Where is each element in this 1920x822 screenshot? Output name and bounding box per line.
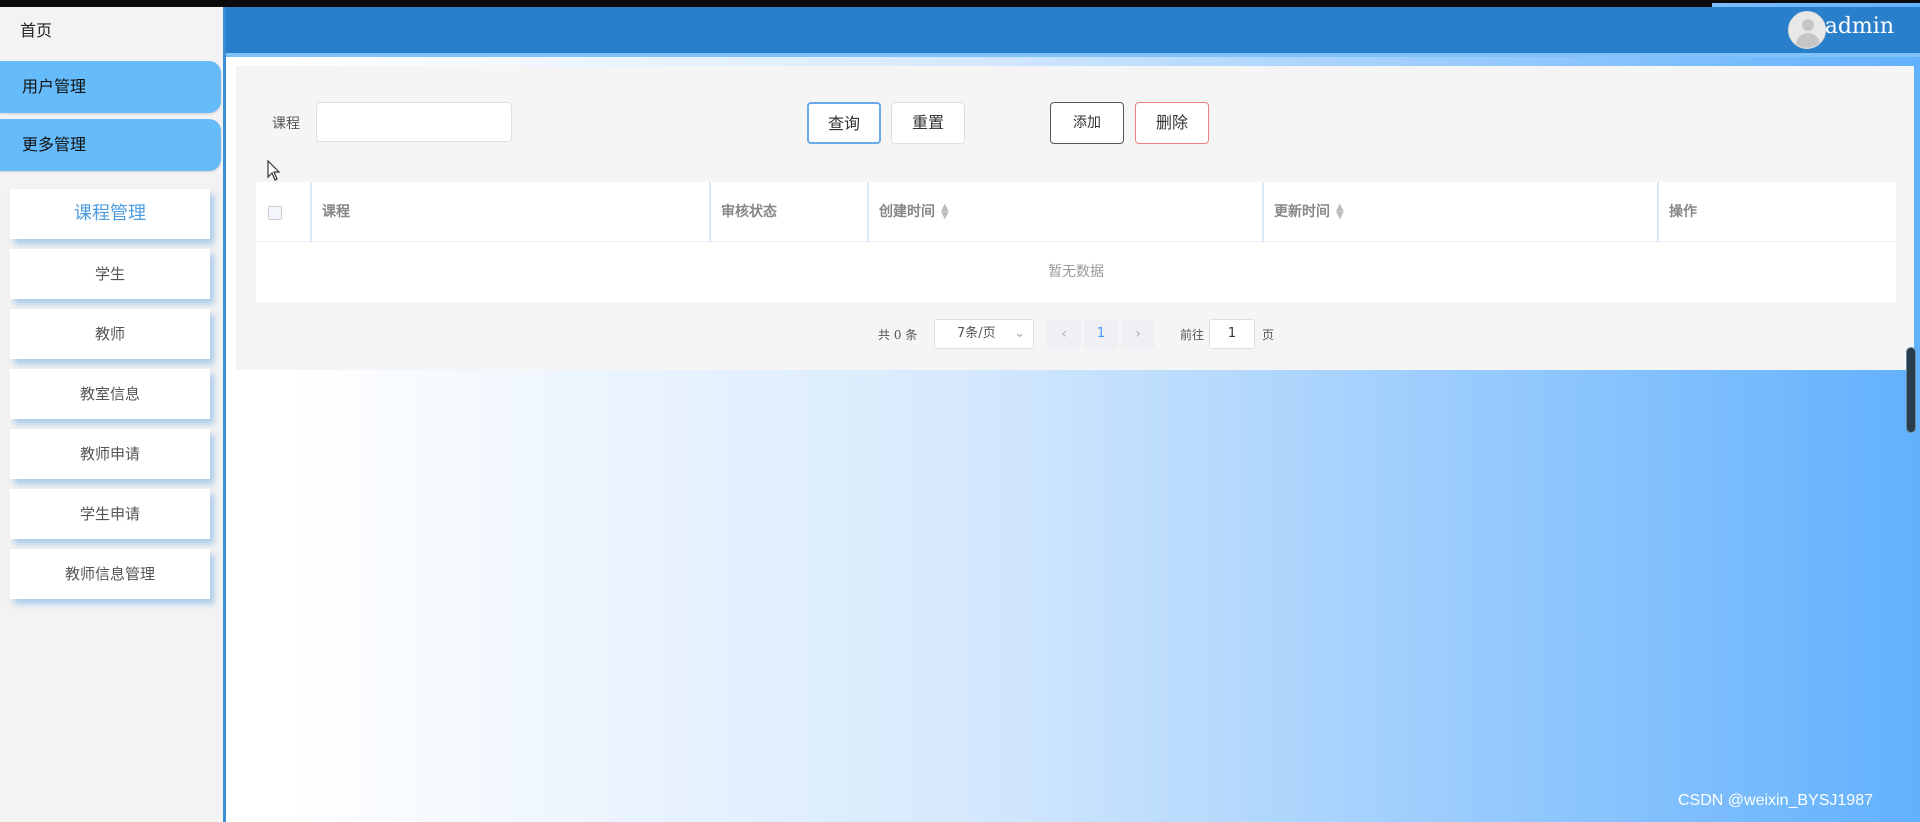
sidebar-menu-user-management[interactable]: 用户管理 bbox=[0, 61, 221, 113]
delete-button[interactable]: 删除 bbox=[1135, 102, 1209, 144]
sidebar: 首页 用户管理 更多管理 课程管理 学生 教师 教室信息 教师申请 学生申请 教… bbox=[0, 7, 226, 822]
add-button[interactable]: 添加 bbox=[1050, 102, 1124, 144]
main-panel: 课程 查询 重置 添加 删除 课程 审核状态 创建时间 ▲ ▼ 更新时间 ▲ ▼ 操作 … bbox=[236, 66, 1914, 370]
submenu-item-student[interactable]: 学生 bbox=[10, 249, 210, 299]
pagination: 共 0 条 7条/页 ⌄ ‹ 1 › 前往 1 页 bbox=[236, 319, 1914, 349]
updated-time-label: 更新时间 bbox=[1274, 204, 1330, 220]
page-size-select[interactable]: 7条/页 ⌄ bbox=[934, 319, 1034, 349]
table-header-course: 课程 bbox=[312, 182, 711, 242]
chevron-down-icon: ⌄ bbox=[1014, 326, 1025, 341]
submenu-item-teacher-application[interactable]: 教师申请 bbox=[10, 429, 210, 479]
course-search-input[interactable] bbox=[316, 102, 512, 142]
user-avatar-icon[interactable] bbox=[1788, 11, 1826, 49]
submenu-item-teacher[interactable]: 教师 bbox=[10, 309, 210, 359]
top-border-right bbox=[1712, 0, 1920, 3]
table-empty-text: 暂无数据 bbox=[1048, 264, 1104, 280]
sidebar-submenu: 课程管理 学生 教师 教室信息 教师申请 学生申请 教师信息管理 bbox=[0, 177, 223, 599]
sort-icon[interactable]: ▲ ▼ bbox=[941, 203, 949, 221]
pagination-total: 共 0 条 bbox=[878, 328, 918, 342]
table-header-review-status: 审核状态 bbox=[711, 182, 869, 242]
table-header-actions: 操作 bbox=[1669, 204, 1697, 220]
avatar-body-shape bbox=[1796, 33, 1820, 48]
submenu-item-course-management[interactable]: 课程管理 bbox=[10, 189, 210, 239]
query-button[interactable]: 查询 bbox=[807, 102, 881, 144]
sort-icon[interactable]: ▲ ▼ bbox=[1336, 203, 1344, 221]
course-table: 课程 审核状态 创建时间 ▲ ▼ 更新时间 ▲ ▼ 操作 暂无数据 bbox=[256, 182, 1896, 302]
sidebar-menu-more-management[interactable]: 更多管理 bbox=[0, 119, 221, 171]
next-page-button[interactable]: › bbox=[1121, 319, 1155, 349]
scrollbar-thumb[interactable] bbox=[1906, 347, 1916, 433]
table-header-select bbox=[256, 182, 312, 242]
goto-label: 前往 bbox=[1180, 328, 1205, 342]
top-border bbox=[0, 0, 1712, 7]
submenu-item-student-application[interactable]: 学生申请 bbox=[10, 489, 210, 539]
sidebar-home-link[interactable]: 首页 bbox=[0, 7, 223, 55]
page-unit-label: 页 bbox=[1262, 328, 1275, 342]
avatar-head-shape bbox=[1802, 19, 1814, 31]
page-number-current[interactable]: 1 bbox=[1084, 319, 1118, 349]
select-all-checkbox[interactable] bbox=[268, 206, 282, 220]
created-time-label: 创建时间 bbox=[879, 204, 935, 220]
username-label[interactable]: admin bbox=[1825, 14, 1894, 39]
goto-page-input[interactable]: 1 bbox=[1209, 319, 1255, 349]
reset-button[interactable]: 重置 bbox=[891, 102, 965, 144]
top-header: admin bbox=[226, 7, 1920, 57]
watermark-text: CSDN @weixin_BYSJ1987 bbox=[1678, 792, 1873, 809]
prev-page-button[interactable]: ‹ bbox=[1047, 319, 1081, 349]
submenu-item-classroom-info[interactable]: 教室信息 bbox=[10, 369, 210, 419]
search-label: 课程 bbox=[272, 116, 300, 132]
page-size-value: 7条/页 bbox=[957, 326, 996, 341]
table-header-updated-time[interactable]: 更新时间 ▲ ▼ bbox=[1264, 182, 1659, 242]
submenu-item-teacher-info-management[interactable]: 教师信息管理 bbox=[10, 549, 210, 599]
table-header-created-time[interactable]: 创建时间 ▲ ▼ bbox=[869, 182, 1264, 242]
table-header: 课程 审核状态 创建时间 ▲ ▼ 更新时间 ▲ ▼ 操作 bbox=[256, 182, 1896, 242]
